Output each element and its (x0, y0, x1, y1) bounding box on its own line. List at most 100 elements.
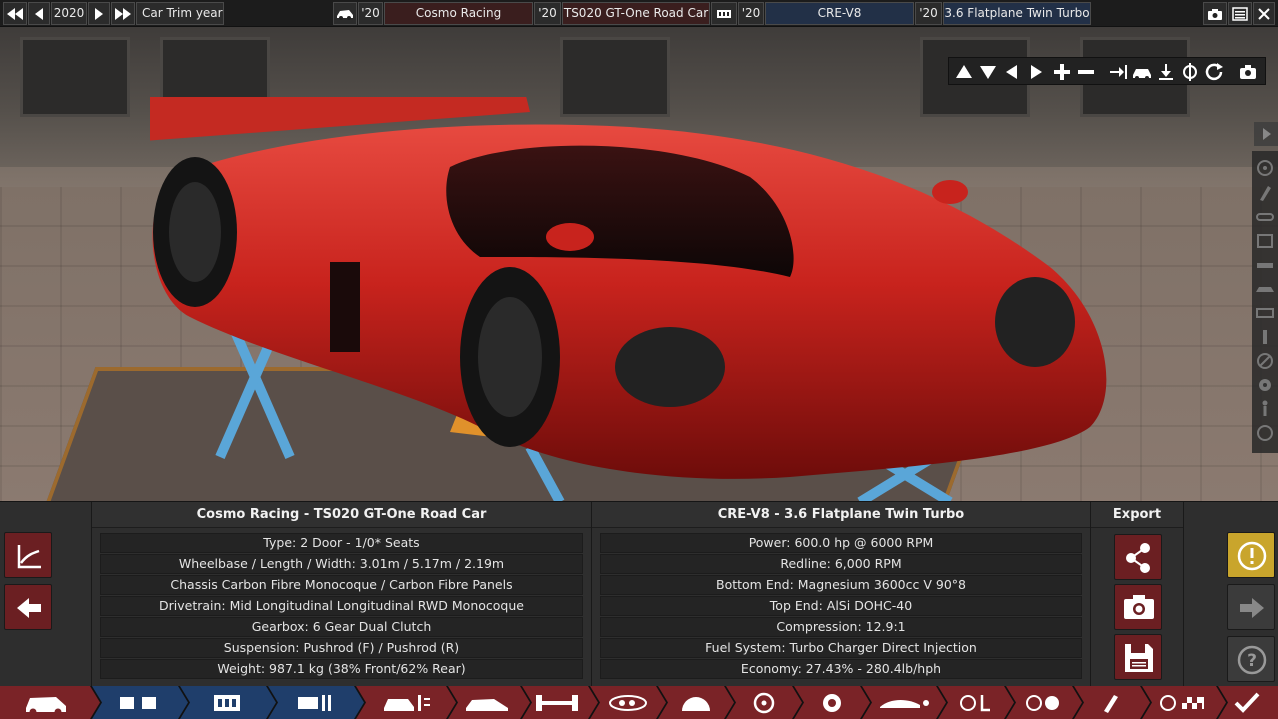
align-right-icon[interactable] (1107, 61, 1129, 83)
rotate-right-icon[interactable] (1025, 61, 1047, 83)
nav-chassis[interactable] (522, 686, 598, 719)
spray-paint-icon (1074, 686, 1150, 719)
paint-icon[interactable] (1254, 182, 1276, 204)
car-info-row: Gearbox: 6 Gear Dual Clutch (100, 617, 583, 637)
car-info-column: Cosmo Racing - TS020 GT-One Road Car Typ… (92, 502, 592, 687)
rotate-down-icon[interactable] (977, 61, 999, 83)
engine-info-row: Bottom End: Magnesium 3600cc V 90°8 (600, 575, 1082, 595)
engine-block-icon (180, 686, 276, 719)
lower-icon[interactable] (1155, 61, 1177, 83)
nav-fixtures-active[interactable] (356, 686, 456, 719)
graph-button[interactable] (4, 532, 52, 578)
nav-interior[interactable] (938, 686, 1014, 719)
test-track-icon (1006, 686, 1082, 719)
double-right-arrow-icon[interactable] (111, 2, 135, 25)
nav-lights[interactable] (590, 686, 666, 719)
close-icon[interactable] (1253, 2, 1275, 25)
svg-text:?: ? (1247, 651, 1257, 671)
nav-paint[interactable] (1074, 686, 1150, 719)
year-field[interactable]: 2020 (51, 2, 87, 25)
no-parts-icon[interactable] (1254, 350, 1276, 372)
car-3d-viewport[interactable] (0, 27, 1278, 501)
confirm-button[interactable] (1218, 686, 1278, 719)
camera-icon (1124, 595, 1154, 619)
share-icon (1126, 543, 1150, 573)
engine-tuning-icon (268, 686, 364, 719)
designer-stage-nav (0, 686, 1278, 719)
circle-icon[interactable] (1254, 422, 1276, 444)
exhaust-icon[interactable] (1254, 326, 1276, 348)
aero-icon (862, 686, 946, 719)
gauge-icon (658, 686, 734, 719)
checkered-flag-icon (1142, 686, 1226, 719)
camera-icon[interactable] (1203, 2, 1227, 25)
right-arrow-icon[interactable] (88, 2, 110, 25)
gear-icon[interactable] (1254, 374, 1276, 396)
warnings-button[interactable] (1227, 532, 1275, 578)
engine-info-row: Compression: 12.9:1 (600, 617, 1082, 637)
bumper-icon[interactable] (1254, 254, 1276, 276)
wheel-icon[interactable] (1254, 157, 1276, 179)
engine-info-row: Top End: AlSi DOHC-40 (600, 596, 1082, 616)
nav-gauge[interactable] (658, 686, 734, 719)
wheel-icon (726, 686, 802, 719)
person-icon[interactable] (1254, 398, 1276, 420)
export-title: Export (1091, 502, 1183, 528)
left-arrow-icon[interactable] (28, 2, 50, 25)
engine-info-row: Fuel System: Turbo Charger Direct Inject… (600, 638, 1082, 658)
nav-car-model[interactable] (0, 686, 100, 719)
reset-view-icon[interactable] (1203, 61, 1225, 83)
help-button[interactable]: ? (1227, 636, 1275, 682)
double-left-arrow-icon[interactable] (3, 2, 27, 25)
nav-brakes[interactable] (794, 686, 870, 719)
brake-disc-icon (794, 686, 870, 719)
graph-icon (17, 545, 41, 569)
trim-name-selector[interactable]: TS020 GT-One Road Car (562, 2, 710, 25)
engine-family-selector[interactable]: CRE-V8 (765, 2, 914, 25)
share-button[interactable] (1114, 534, 1162, 580)
nav-testing[interactable] (1006, 686, 1082, 719)
engine-icon[interactable] (711, 2, 737, 25)
car-icon (0, 686, 100, 719)
car-info-row: Chassis Carbon Fibre Monocoque / Carbon … (100, 575, 583, 595)
exclamation-icon (1237, 541, 1267, 571)
back-button[interactable] (4, 584, 52, 630)
lights-icon[interactable] (1254, 206, 1276, 228)
steering-wheel-icon (938, 686, 1014, 719)
export-photo-button[interactable] (1114, 584, 1162, 630)
nav-aero[interactable] (862, 686, 946, 719)
zoom-out-icon[interactable] (1075, 61, 1097, 83)
model-name-selector[interactable]: Cosmo Racing (384, 2, 533, 25)
rotate-left-icon[interactable] (1001, 61, 1023, 83)
car-info-row: Drivetrain: Mid Longitudinal Longitudina… (100, 596, 583, 616)
nav-engine-block[interactable] (180, 686, 276, 719)
trim-year-label: Car Trim year (136, 2, 224, 25)
car-info-row: Type: 2 Door - 1/0* Seats (100, 533, 583, 553)
nav-finish[interactable] (1142, 686, 1226, 719)
export-column: Export (1091, 502, 1184, 687)
grille-icon[interactable] (1254, 302, 1276, 324)
rotate-up-icon[interactable] (953, 61, 975, 83)
car-view-icon[interactable] (1131, 61, 1153, 83)
nav-wheels[interactable] (726, 686, 802, 719)
car-side-icon[interactable] (1254, 278, 1276, 300)
menu-icon[interactable] (1228, 2, 1252, 25)
pivot-icon[interactable] (1179, 61, 1201, 83)
engine-info-row: Power: 600.0 hp @ 6000 RPM (600, 533, 1082, 553)
engine-variant-selector[interactable]: 3.6 Flatplane Twin Turbo (943, 2, 1091, 25)
car-icon[interactable] (333, 2, 357, 25)
next-button[interactable] (1227, 584, 1275, 630)
engine-info-column: CRE-V8 - 3.6 Flatplane Twin Turbo Power:… (592, 502, 1091, 687)
expand-side-panel-icon[interactable] (1254, 122, 1278, 146)
zoom-in-icon[interactable] (1051, 61, 1073, 83)
nav-engine-tuning[interactable] (268, 686, 364, 719)
question-icon: ? (1237, 645, 1267, 675)
car-info-title: Cosmo Racing - TS020 GT-One Road Car (92, 502, 591, 528)
nav-engine-family[interactable] (92, 686, 188, 719)
save-button[interactable] (1114, 634, 1162, 680)
right-button-column: ? (1184, 502, 1278, 687)
screenshot-camera-icon[interactable] (1237, 61, 1259, 83)
fixtures-icon (356, 686, 456, 719)
nav-body[interactable] (448, 686, 530, 719)
body-panel-icon[interactable] (1254, 230, 1276, 252)
